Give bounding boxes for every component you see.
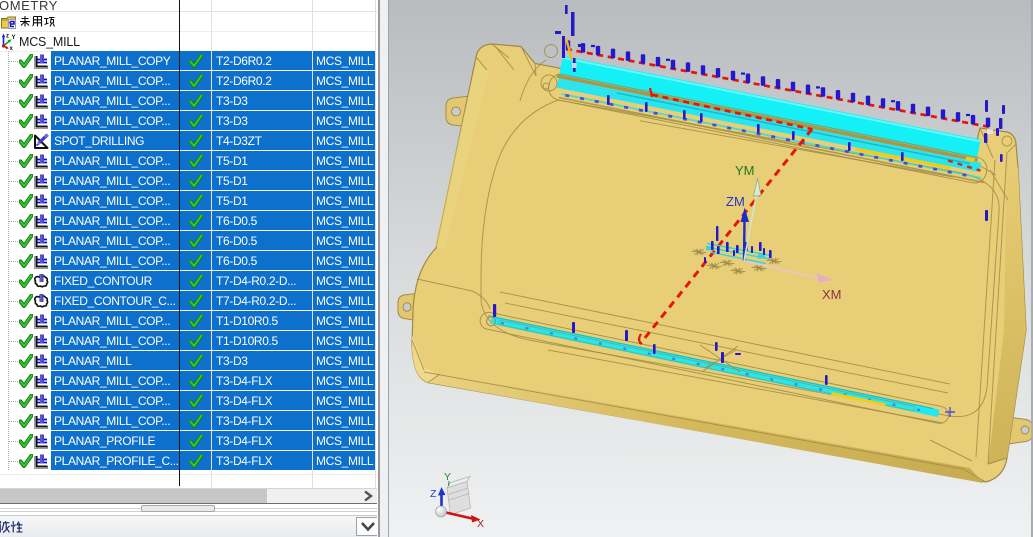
svg-text:Y: Y — [12, 35, 16, 41]
svg-text:Z: Z — [430, 488, 437, 500]
svg-text:ZM: ZM — [726, 194, 745, 209]
svg-text:z: z — [6, 34, 9, 40]
svg-text:x: x — [10, 46, 14, 50]
svg-text:X: X — [477, 518, 484, 530]
svg-text:YM: YM — [735, 163, 755, 178]
svg-text:XM: XM — [822, 287, 842, 302]
svg-text:Y: Y — [444, 471, 451, 483]
